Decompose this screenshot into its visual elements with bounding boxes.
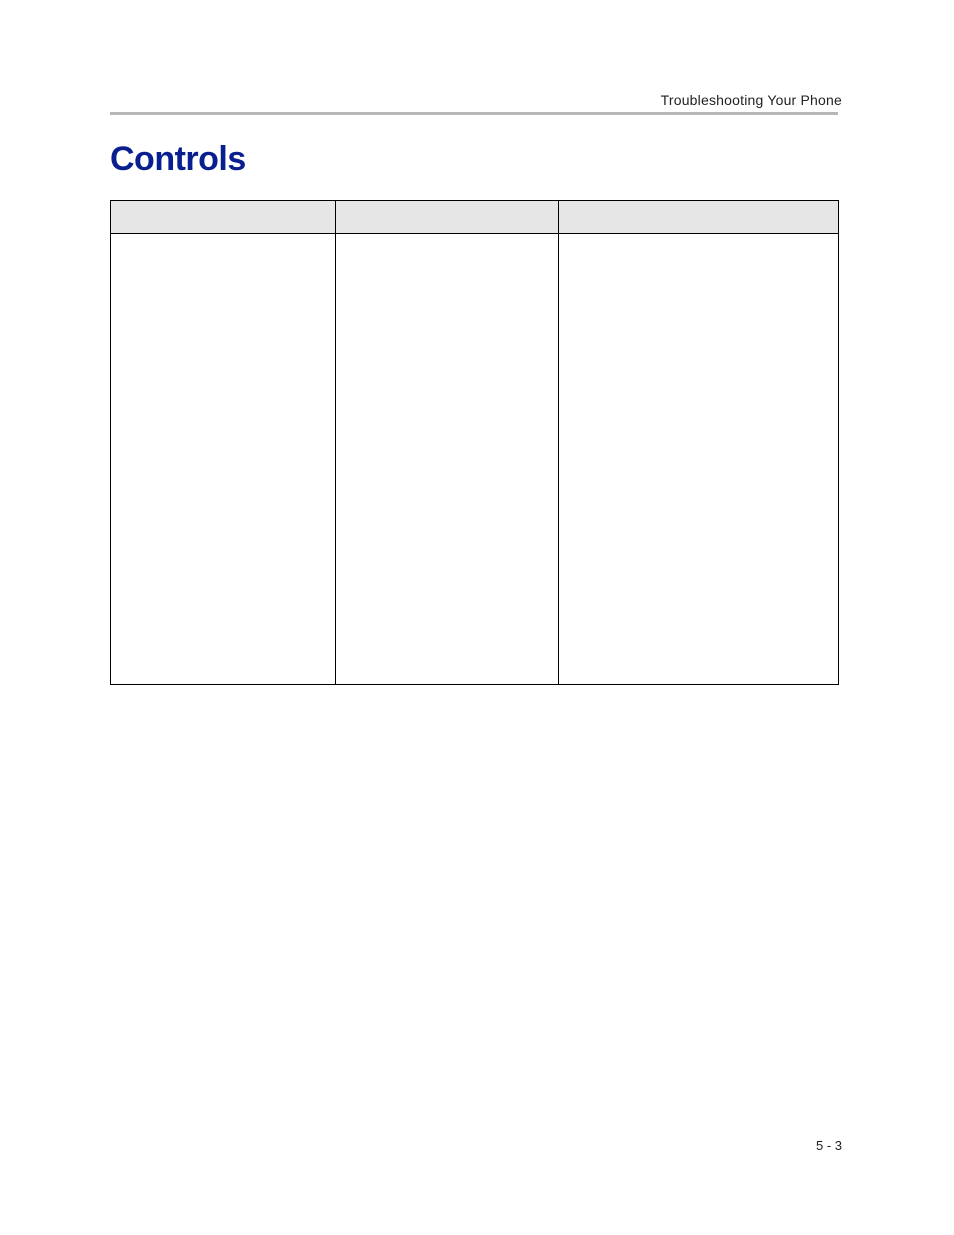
page: Troubleshooting Your Phone Controls 5 - … [0, 0, 954, 1235]
header-rule [110, 112, 838, 115]
table-cell [336, 234, 559, 685]
section-title: Controls [110, 140, 246, 179]
page-number: 5 - 3 [816, 1138, 842, 1153]
table-row [111, 234, 839, 685]
table-header-cell [559, 201, 839, 234]
table-header-row [111, 201, 839, 234]
troubleshooting-table [110, 200, 839, 685]
table-header-cell [336, 201, 559, 234]
table-cell [111, 234, 336, 685]
running-head: Troubleshooting Your Phone [661, 92, 842, 108]
table-cell [559, 234, 839, 685]
table-header-cell [111, 201, 336, 234]
